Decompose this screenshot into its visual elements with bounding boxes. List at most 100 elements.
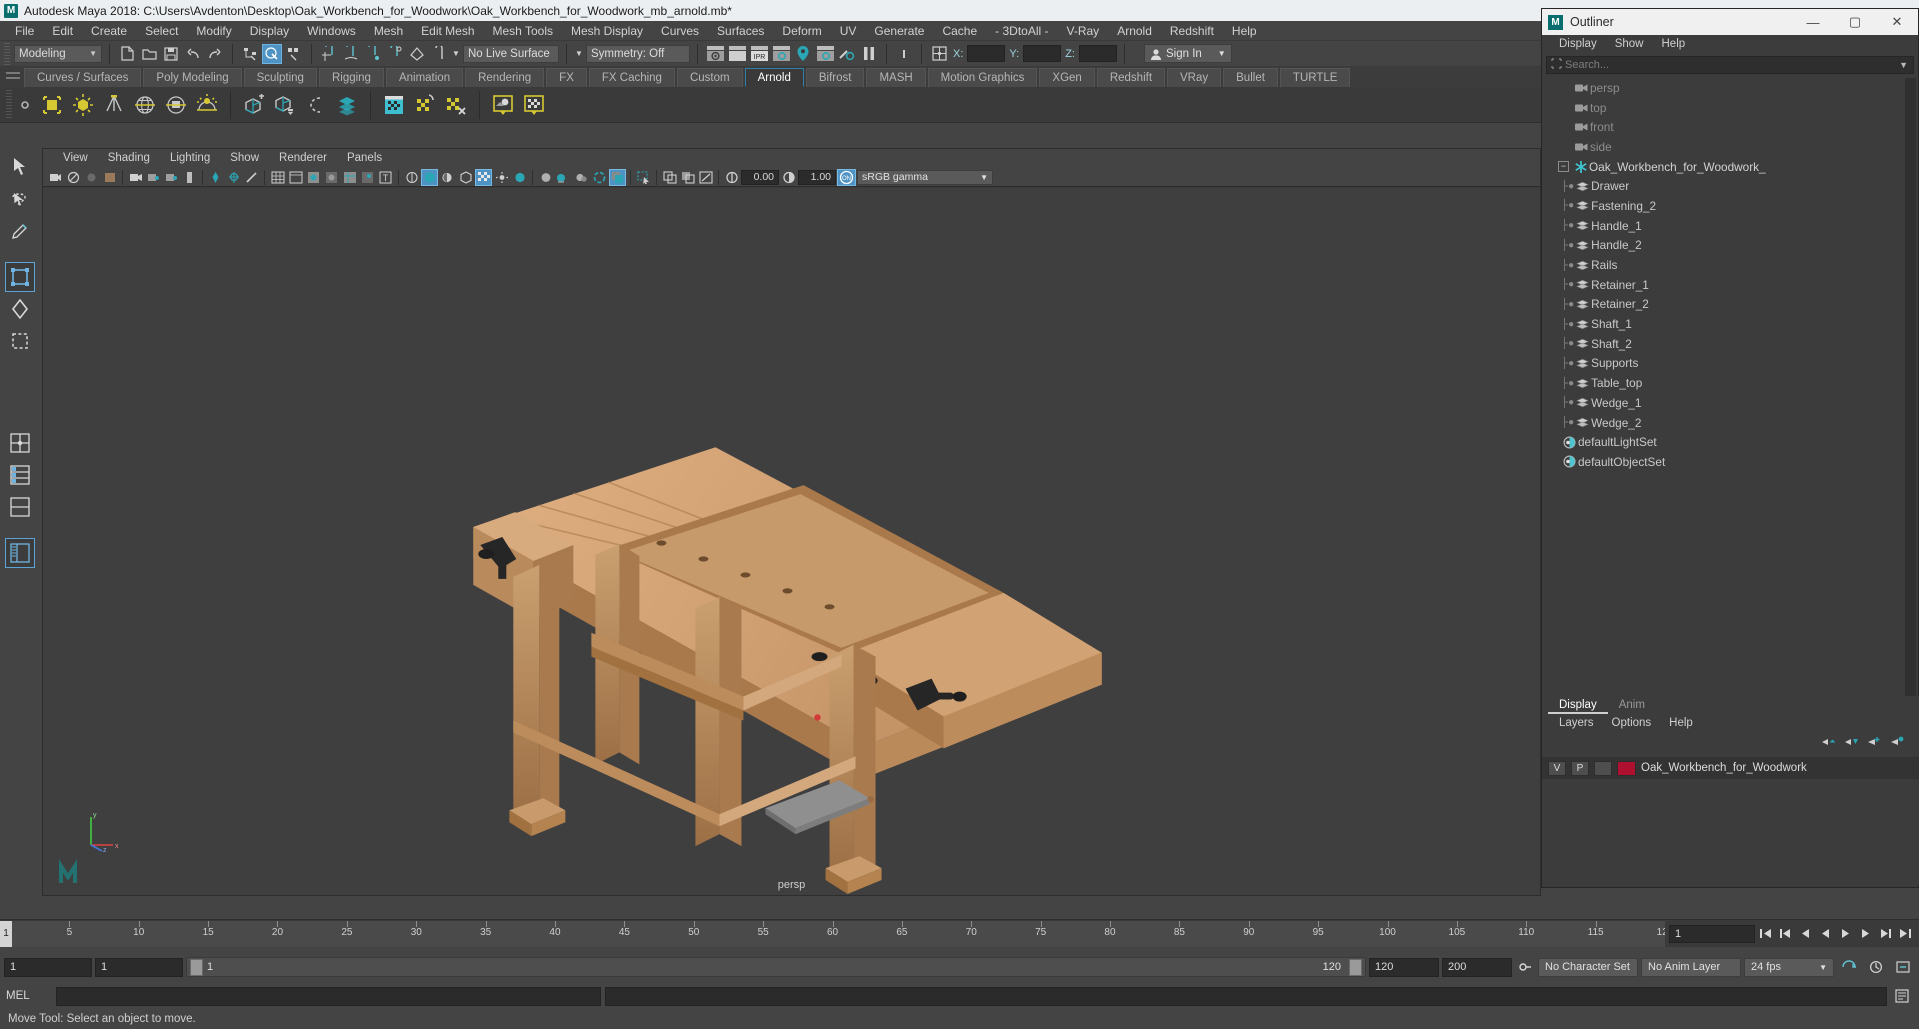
viewport-menu-lighting[interactable]: Lighting <box>160 149 220 168</box>
four-view-layout-button[interactable] <box>5 428 35 458</box>
select-by-hierarchy-icon[interactable] <box>240 44 260 64</box>
marquee-select-icon[interactable] <box>635 169 652 186</box>
outliner-search-bar[interactable]: Search... ▼ <box>1546 56 1914 74</box>
shelf-tab-bifrost[interactable]: Bifrost <box>805 68 865 87</box>
viewport-menu-shading[interactable]: Shading <box>98 149 160 168</box>
menu-item-3dtoall[interactable]: - 3DtoAll - <box>986 21 1057 41</box>
wireframe-shading-icon[interactable] <box>269 169 286 186</box>
menu-item-v-ray[interactable]: V-Ray <box>1058 21 1109 41</box>
outliner-item-fastening-2[interactable]: ├● Fastening_2 <box>1546 196 1904 216</box>
arnold-photometric-light-icon[interactable] <box>193 90 221 120</box>
shelf-tab-arnold[interactable]: Arnold <box>744 68 804 87</box>
persp-outliner-layout-button[interactable] <box>5 538 35 568</box>
shelf-grip-handle[interactable] <box>6 72 20 79</box>
anim-end-input[interactable]: 120 <box>1369 957 1439 977</box>
arnold-area-light-icon[interactable] <box>38 90 66 120</box>
arnold-create-standin-icon[interactable] <box>240 90 268 120</box>
redo-previous-render-icon[interactable] <box>727 44 747 64</box>
toggle-sidebar-icon[interactable] <box>894 44 914 64</box>
depth-of-field-icon[interactable] <box>511 169 528 186</box>
isolate-view-icon[interactable] <box>661 169 678 186</box>
sign-in-button[interactable]: Sign In ▼ <box>1143 44 1232 63</box>
symmetry-chevron-icon[interactable]: ▼ <box>574 44 584 64</box>
range-end-input[interactable]: 200 <box>1442 957 1512 977</box>
multisample-aa-icon[interactable] <box>493 169 510 186</box>
shelf-tab-vray[interactable]: VRay <box>1167 68 1222 87</box>
anim-start-input[interactable]: 1 <box>95 957 183 977</box>
layer-playback-toggle[interactable]: P <box>1571 760 1589 776</box>
arnold-volume-icon[interactable] <box>333 90 361 120</box>
viewport-effects-icon[interactable] <box>555 169 572 186</box>
xray-joints-icon[interactable] <box>243 169 260 186</box>
outliner-item-shaft-1[interactable]: ├● Shaft_1 <box>1546 314 1904 334</box>
camera-attributes-icon[interactable] <box>65 169 82 186</box>
render-diagnostics-icon[interactable] <box>837 44 857 64</box>
viewport-menu-renderer[interactable]: Renderer <box>269 149 337 168</box>
symmetry-field[interactable]: Symmetry: Off <box>586 44 690 63</box>
shelf-tab-mash[interactable]: MASH <box>866 68 926 87</box>
viewport-menu-panels[interactable]: Panels <box>337 149 392 168</box>
layer-tab-display[interactable]: Display <box>1548 697 1608 714</box>
view-transform-icon[interactable] <box>697 169 714 186</box>
shelf-icons-grip-handle[interactable] <box>6 89 12 120</box>
outliner-item-retainer-1[interactable]: ├● Retainer_1 <box>1546 275 1904 295</box>
range-slider-right-knob[interactable] <box>1349 958 1362 976</box>
step-back-button[interactable] <box>1796 924 1815 944</box>
character-set-selector[interactable]: No Character Set <box>1538 957 1638 977</box>
maximize-button[interactable]: ▢ <box>1834 9 1876 35</box>
shelf-tab-sculpting[interactable]: Sculpting <box>243 68 317 87</box>
arnold-texture-manager-icon[interactable] <box>520 90 548 120</box>
color-management-on-icon[interactable]: ON <box>837 168 856 186</box>
toolbar-grip-handle[interactable] <box>4 42 10 65</box>
paint-select-tool-button[interactable] <box>5 216 35 246</box>
new-scene-icon[interactable] <box>117 44 137 64</box>
rotate-tool-button[interactable] <box>5 294 35 324</box>
snap-to-curve-icon[interactable] <box>341 44 361 64</box>
image-plane-icon[interactable] <box>101 169 118 186</box>
bookmark-icon[interactable] <box>83 169 100 186</box>
layer-tab-anim[interactable]: Anim <box>1607 697 1656 714</box>
color-profile-selector[interactable]: sRGB gamma ▼ <box>857 169 993 185</box>
current-time-indicator[interactable]: 1 <box>0 920 12 947</box>
outliner-menu-show[interactable]: Show <box>1606 35 1653 54</box>
script-editor-icon[interactable] <box>1891 986 1913 1006</box>
outliner-item-wedge-1[interactable]: ├● Wedge_1 <box>1546 393 1904 413</box>
arnold-render-view-icon[interactable] <box>380 90 408 120</box>
isolate-select-icon[interactable] <box>207 169 224 186</box>
time-slider-track[interactable]: 5 10 15 20 25 30 35 40 45 50 55 60 65 70 75 80 85 90 95 100… <box>0 920 1665 947</box>
arnold-flush-caches-icon[interactable] <box>411 90 439 120</box>
render-settings-icon[interactable] <box>771 44 791 64</box>
chevron-down-icon[interactable]: ▼ <box>1899 60 1913 70</box>
layer-menu-layers[interactable]: Layers <box>1550 717 1603 729</box>
xray-icon[interactable] <box>225 169 242 186</box>
background-color-icon[interactable] <box>609 168 626 186</box>
single-pane-layout-button[interactable] <box>5 492 35 522</box>
exposure-reset-icon[interactable] <box>723 169 740 186</box>
outliner-item-front[interactable]: front <box>1546 117 1904 137</box>
screen-space-ao-icon[interactable] <box>537 169 554 186</box>
menu-item-arnold[interactable]: Arnold <box>1108 21 1161 41</box>
snap-to-grid-icon[interactable] <box>319 44 339 64</box>
outliner-item-handle-1[interactable]: ├● Handle_1 <box>1546 216 1904 236</box>
step-forward-button[interactable] <box>1856 924 1875 944</box>
menu-item-create[interactable]: Create <box>82 21 136 41</box>
use-all-lights-icon[interactable] <box>421 168 438 186</box>
step-back-key-button[interactable] <box>1776 924 1795 944</box>
current-frame-input[interactable]: 1 <box>1669 924 1755 943</box>
two-pane-layout-button[interactable] <box>5 460 35 490</box>
shelf-tab-poly-modeling[interactable]: Poly Modeling <box>143 68 242 87</box>
viewport-menu-show[interactable]: Show <box>220 149 269 168</box>
playback-options-icon[interactable] <box>1864 957 1888 977</box>
menu-set-selector[interactable]: Modeling ▼ <box>14 44 102 63</box>
select-by-component-type-icon[interactable] <box>284 44 304 64</box>
snap-to-point-icon[interactable] <box>363 44 383 64</box>
menu-item-file[interactable]: File <box>6 21 43 41</box>
gamma-preview-icon[interactable] <box>573 169 590 186</box>
layer-visibility-toggle[interactable]: V <box>1548 760 1566 776</box>
hypershade-icon[interactable] <box>793 44 813 64</box>
arnold-point-light-icon[interactable] <box>69 90 97 120</box>
snap-to-view-plane-icon[interactable] <box>407 44 427 64</box>
arnold-light-manager-icon[interactable] <box>489 90 517 120</box>
move-tool-button[interactable] <box>5 262 35 292</box>
menu-item-redshift[interactable]: Redshift <box>1161 21 1223 41</box>
